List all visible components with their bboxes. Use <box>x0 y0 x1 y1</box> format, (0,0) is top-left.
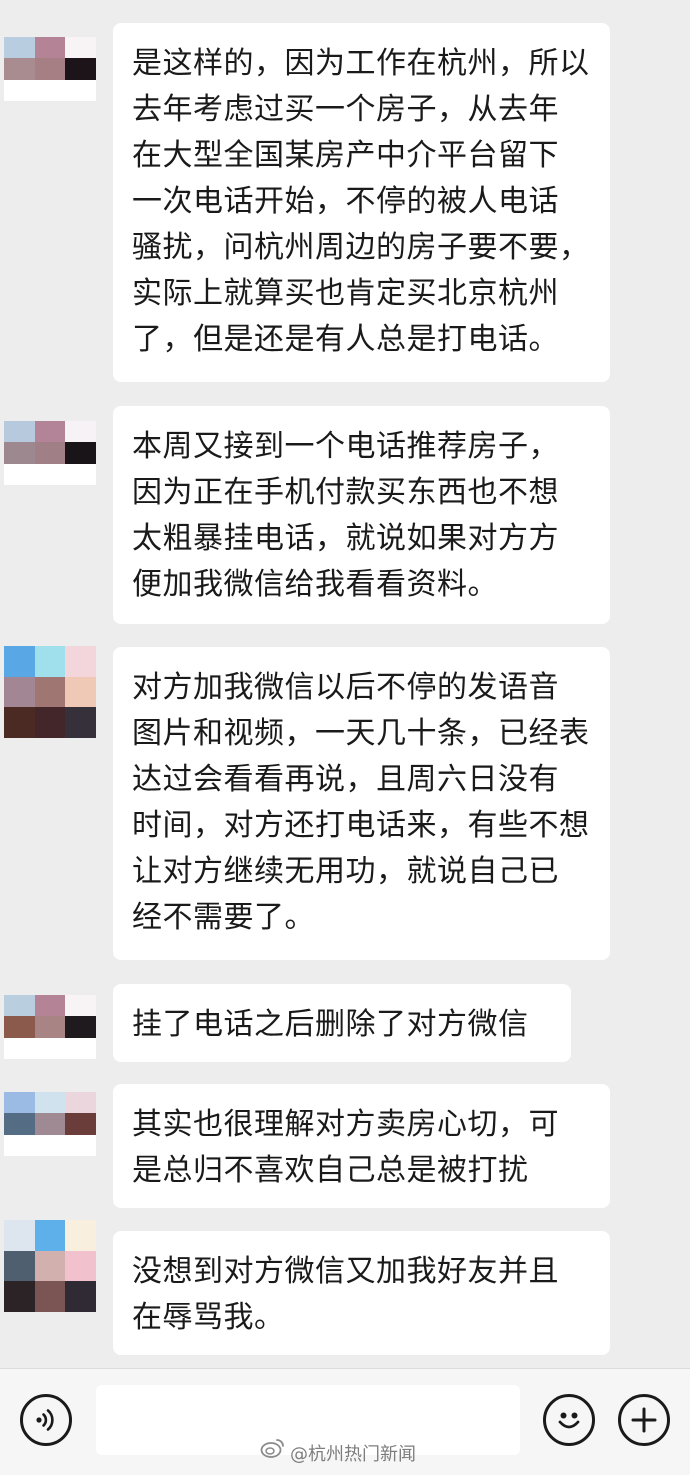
avatar-pixel <box>4 1134 35 1156</box>
avatar-pixel <box>65 463 96 485</box>
avatar-pixel <box>65 79 96 101</box>
chat-area: 是这样的，因为工作在杭州，所以 去年考虑过买一个房子，从去年 在大型全国某房产中… <box>0 0 690 1368</box>
avatar-pixel <box>4 442 35 464</box>
avatar-pixel <box>4 1220 35 1251</box>
avatar-pixel <box>4 995 35 1017</box>
avatar-pixel <box>4 1016 35 1038</box>
avatar[interactable] <box>4 1092 96 1156</box>
emoji-icon[interactable] <box>543 1394 595 1446</box>
avatar-pixel <box>65 1281 96 1312</box>
avatar-pixel <box>4 646 35 677</box>
avatar-pixel <box>34 442 66 464</box>
avatar-pixel <box>65 1220 96 1251</box>
avatar-pixel <box>4 58 35 80</box>
avatar-pixel <box>34 463 66 485</box>
avatar-pixel <box>34 995 66 1017</box>
avatar-pixel <box>34 1037 66 1059</box>
avatar-pixel <box>65 421 96 443</box>
avatar-pixel <box>65 58 96 80</box>
message-bubble[interactable]: 没想到对方微信又加我好友并且 在辱骂我。 <box>113 1231 610 1355</box>
avatar-pixel <box>34 58 66 80</box>
avatar-pixel <box>34 1250 66 1282</box>
avatar-pixel <box>34 1016 66 1038</box>
avatar-pixel <box>65 1037 96 1059</box>
avatar-pixel <box>65 646 96 677</box>
message-bubble[interactable]: 对方加我微信以后不停的发语音 图片和视频，一天几十条，已经表 达过会看看再说，且… <box>113 647 610 960</box>
avatar-pixel <box>4 1092 35 1114</box>
message-bubble[interactable]: 是这样的，因为工作在杭州，所以 去年考虑过买一个房子，从去年 在大型全国某房产中… <box>113 23 610 382</box>
avatar-pixel <box>4 79 35 101</box>
avatar-pixel <box>4 707 35 738</box>
avatar-pixel <box>65 707 96 738</box>
avatar-pixel <box>4 1037 35 1059</box>
avatar-pixel <box>65 1250 96 1282</box>
avatar-pixel <box>34 37 66 59</box>
avatar-pixel <box>4 1281 35 1312</box>
avatar-pixel <box>34 646 66 677</box>
plus-icon[interactable] <box>618 1394 670 1446</box>
avatar-pixel <box>65 1134 96 1156</box>
avatar-pixel <box>4 37 35 59</box>
avatar-pixel <box>65 1016 96 1038</box>
avatar-pixel <box>34 1281 66 1312</box>
message-bubble[interactable]: 其实也很理解对方卖房心切，可 是总归不喜欢自己总是被打扰 <box>113 1084 610 1208</box>
avatar-pixel <box>65 37 96 59</box>
avatar[interactable] <box>4 646 96 738</box>
avatar-pixel <box>65 1092 96 1114</box>
avatar-pixel <box>65 1113 96 1135</box>
voice-icon[interactable] <box>20 1394 72 1446</box>
avatar[interactable] <box>4 995 96 1059</box>
message-bubble[interactable]: 挂了电话之后删除了对方微信 <box>113 984 571 1062</box>
avatar-pixel <box>34 421 66 443</box>
avatar-pixel <box>4 676 35 708</box>
weibo-logo-icon <box>260 1439 284 1458</box>
avatar[interactable] <box>4 1220 96 1312</box>
avatar-pixel <box>34 79 66 101</box>
avatar-pixel <box>4 463 35 485</box>
avatar-pixel <box>4 1113 35 1135</box>
avatar-pixel <box>4 1250 35 1282</box>
avatar-pixel <box>34 1134 66 1156</box>
avatar-pixel <box>34 1220 66 1251</box>
avatar-pixel <box>65 995 96 1017</box>
avatar[interactable] <box>4 421 96 485</box>
avatar-pixel <box>34 1113 66 1135</box>
avatar[interactable] <box>4 37 96 101</box>
watermark-text: @杭州热门新闻 <box>290 1444 416 1465</box>
message-bubble[interactable]: 本周又接到一个电话推荐房子， 因为正在手机付款买东西也不想 太粗暴挂电话，就说如… <box>113 406 610 624</box>
avatar-pixel <box>34 707 66 738</box>
avatar-pixel <box>4 421 35 443</box>
avatar-pixel <box>65 442 96 464</box>
avatar-pixel <box>34 1092 66 1114</box>
avatar-pixel <box>34 676 66 708</box>
avatar-pixel <box>65 676 96 708</box>
